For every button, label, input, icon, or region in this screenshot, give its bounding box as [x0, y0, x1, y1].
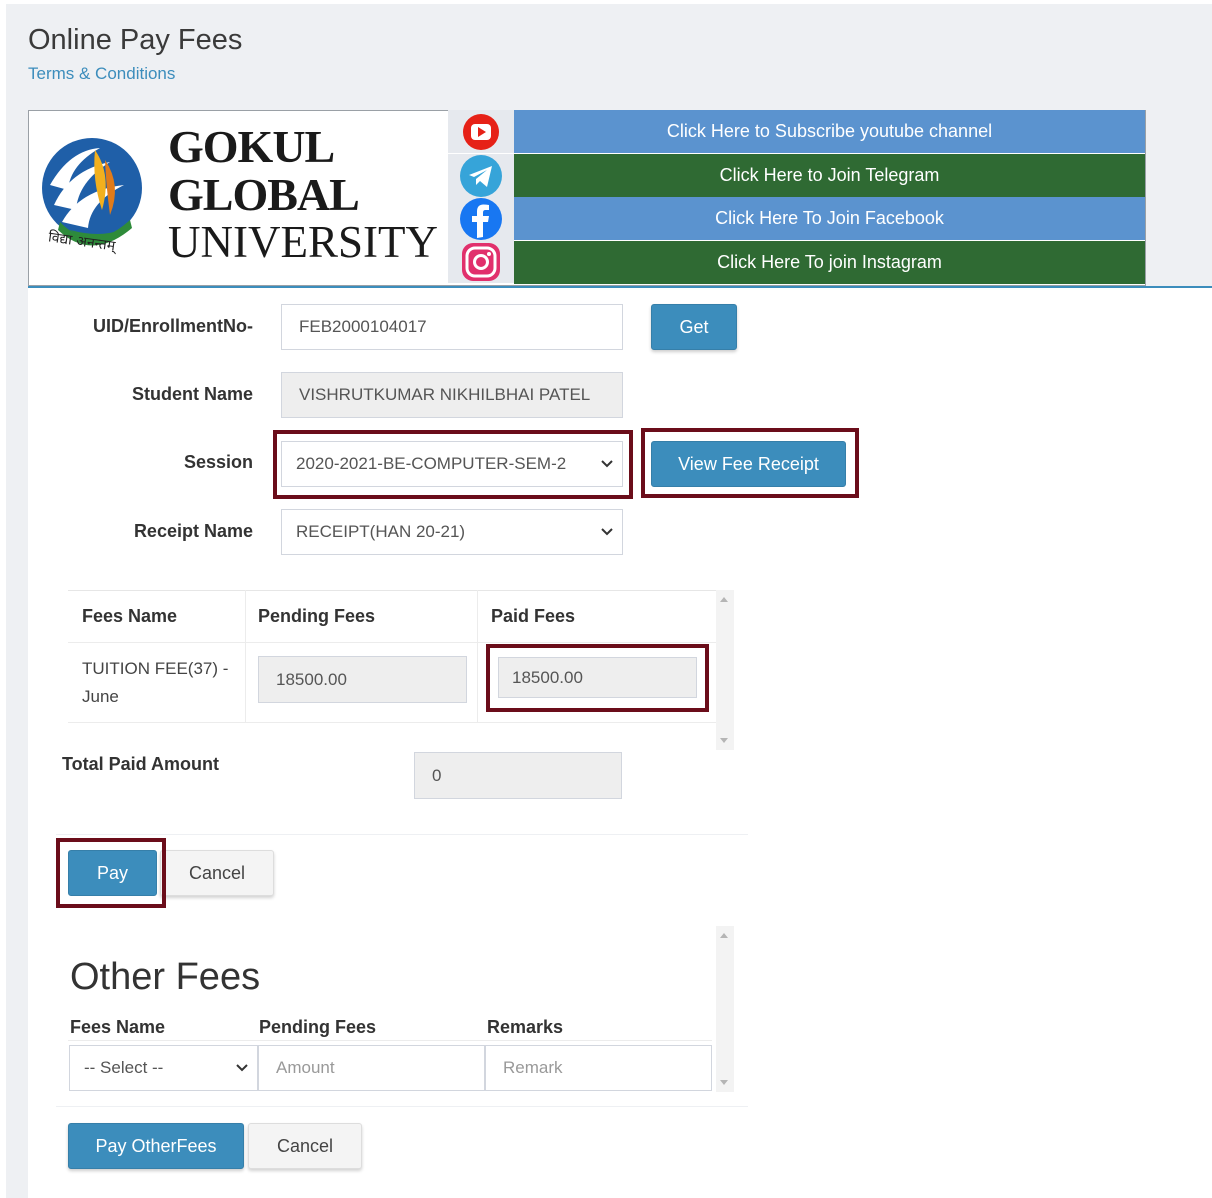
uid-input[interactable]: FEB2000104017	[281, 304, 623, 350]
header-divider	[28, 286, 1212, 288]
table-header-divider	[68, 642, 716, 643]
th-paid-fees: Paid Fees	[491, 606, 576, 626]
session-label: Session	[183, 452, 253, 472]
chevron-down-icon	[601, 460, 613, 468]
join-instagram-link[interactable]: Click Here To join Instagram	[514, 241, 1145, 284]
table-col-divider	[245, 590, 246, 722]
university-name-line1: GOKUL	[168, 121, 335, 172]
th-fees-name: Fees Name	[82, 606, 178, 626]
chevron-down-icon	[601, 528, 613, 536]
session-select[interactable]: 2020-2021-BE-COMPUTER-SEM-2	[281, 441, 623, 487]
fee-name-cell: TUITION FEE(37) - June	[82, 659, 229, 706]
paid-fee-input[interactable]: 18500.00	[498, 657, 697, 698]
terms-link[interactable]: Terms & Conditions	[28, 64, 175, 84]
remark-placeholder: Remark	[503, 1058, 563, 1077]
instagram-icon[interactable]	[448, 240, 514, 283]
amount-input[interactable]: Amount	[258, 1045, 485, 1091]
other-th-pending-fees: Pending Fees	[259, 1017, 377, 1037]
youtube-icon[interactable]	[448, 110, 514, 153]
student-name-label: Student Name	[131, 384, 253, 404]
th-pending-fees: Pending Fees	[258, 606, 376, 626]
session-select-value: 2020-2021-BE-COMPUTER-SEM-2	[296, 454, 567, 473]
facebook-icon[interactable]	[448, 197, 514, 240]
other-fees-select[interactable]: -- Select --	[69, 1045, 258, 1091]
view-fee-receipt-button[interactable]: View Fee Receipt	[651, 441, 846, 487]
remark-input[interactable]: Remark	[485, 1045, 712, 1091]
pending-fee-field: 18500.00	[258, 656, 467, 703]
get-button[interactable]: Get	[651, 304, 737, 350]
left-strip	[6, 286, 28, 1198]
page-title: Online Pay Fees	[28, 24, 243, 56]
receipt-name-label: Receipt Name	[133, 521, 253, 541]
other-th-fees-name: Fees Name	[70, 1017, 166, 1037]
other-fees-scrollbar[interactable]	[716, 926, 734, 1092]
uid-label: UID/EnrollmentNo-	[93, 316, 253, 336]
amount-placeholder: Amount	[276, 1058, 335, 1077]
chevron-down-icon	[236, 1064, 248, 1072]
join-telegram-link[interactable]: Click Here to Join Telegram	[514, 154, 1145, 197]
section-divider	[56, 834, 748, 835]
cancel-button[interactable]: Cancel	[160, 850, 274, 896]
table-col-divider	[477, 590, 478, 722]
receipt-name-select-value: RECEIPT(HAN 20-21)	[296, 522, 466, 541]
telegram-icon[interactable]	[448, 154, 514, 197]
table-row-divider	[68, 722, 716, 723]
other-th-remarks: Remarks	[487, 1017, 564, 1037]
other-fees-title: Other Fees	[70, 956, 261, 998]
receipt-name-select[interactable]: RECEIPT(HAN 20-21)	[281, 509, 623, 555]
other-header-divider	[68, 1040, 712, 1041]
student-name-field: VISHRUTKUMAR NIKHILBHAI PATEL	[281, 372, 623, 418]
fees-table-scrollbar[interactable]	[716, 590, 734, 750]
other-cancel-button[interactable]: Cancel	[248, 1123, 362, 1169]
total-paid-field: 0	[414, 752, 622, 799]
section-divider	[56, 1106, 748, 1107]
university-name-line3: UNIVERSITY	[168, 217, 438, 267]
pay-other-fees-button[interactable]: Pay OtherFees	[68, 1123, 244, 1169]
other-fees-select-value: -- Select --	[84, 1058, 164, 1077]
total-paid-label: Total Paid Amount	[62, 754, 219, 774]
join-facebook-link[interactable]: Click Here To Join Facebook	[514, 197, 1145, 240]
subscribe-youtube-link[interactable]: Click Here to Subscribe youtube channel	[514, 110, 1145, 153]
university-name-line2: GLOBAL	[168, 169, 360, 220]
pay-button[interactable]: Pay	[68, 850, 157, 896]
